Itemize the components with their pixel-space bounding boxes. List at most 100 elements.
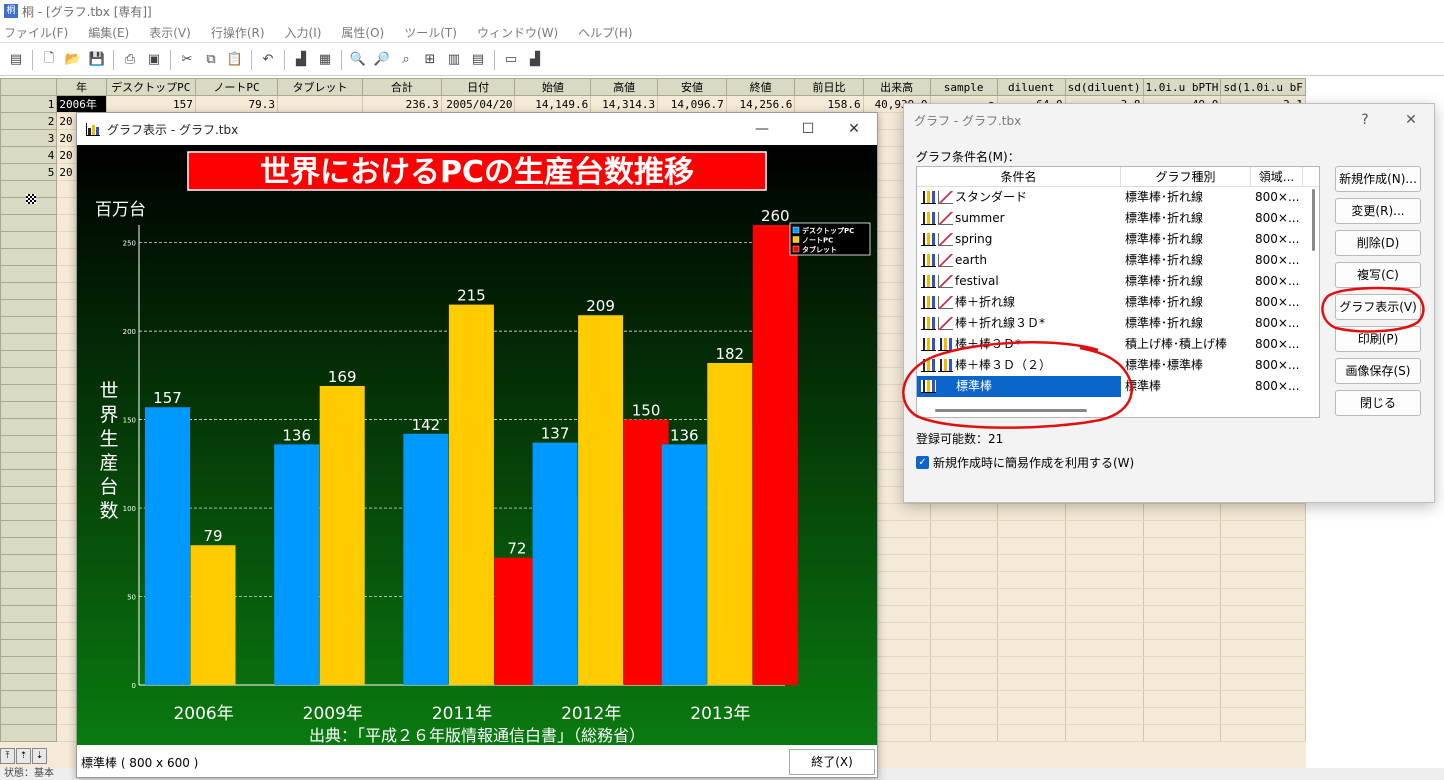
table-cell[interactable] <box>277 95 363 113</box>
column-header[interactable]: 終値 <box>725 78 796 96</box>
table-cell[interactable] <box>930 622 998 640</box>
table-cell[interactable] <box>930 707 998 725</box>
table-cell[interactable] <box>1220 571 1306 589</box>
row-header[interactable] <box>0 401 58 419</box>
table-cell[interactable] <box>1143 605 1222 623</box>
row-header[interactable] <box>0 486 58 504</box>
filter-icon[interactable]: ⊞ <box>420 50 440 70</box>
graph-icon[interactable]: ▟ <box>291 50 311 70</box>
table-cell[interactable] <box>1065 554 1144 572</box>
table-cell[interactable] <box>1143 707 1222 725</box>
menu-item-2[interactable]: 表示(V) <box>139 24 201 41</box>
close-icon[interactable]: ✕ <box>831 121 877 137</box>
column-header[interactable]: 安値 <box>657 78 727 96</box>
table-cell[interactable] <box>930 724 998 742</box>
table-cell[interactable] <box>1065 571 1144 589</box>
column-header[interactable]: diluent <box>996 78 1066 96</box>
maximize-icon[interactable]: ☐ <box>785 121 831 137</box>
graph-window-titlebar[interactable]: グラフ表示 - グラフ.tbx — ☐ ✕ <box>77 113 877 145</box>
row-header[interactable] <box>0 707 58 725</box>
table-cell[interactable] <box>1065 707 1144 725</box>
table-cell[interactable]: 158.6 <box>794 95 864 113</box>
table-cell[interactable] <box>997 690 1066 708</box>
prev-record-icon[interactable]: ⇡ <box>16 748 31 764</box>
table-cell[interactable] <box>1220 554 1306 572</box>
row-header[interactable] <box>0 316 58 334</box>
table-cell[interactable] <box>1143 622 1222 640</box>
col-header-kind[interactable]: グラフ種別 <box>1121 167 1251 186</box>
table-cell[interactable] <box>1065 639 1144 657</box>
graph-display-button[interactable]: グラフ表示(V) <box>1335 294 1421 320</box>
table-cell[interactable] <box>930 537 998 555</box>
row-header[interactable] <box>0 571 58 589</box>
table-cell[interactable] <box>997 588 1066 606</box>
table-cell[interactable] <box>997 656 1066 674</box>
replace-icon[interactable]: ⌕ <box>396 50 416 70</box>
undo-icon[interactable]: ↶ <box>258 50 278 70</box>
table-cell[interactable] <box>1065 503 1144 521</box>
menu-item-0[interactable]: ファイル(F) <box>0 24 78 41</box>
table-cell[interactable] <box>1143 554 1222 572</box>
table-cell[interactable] <box>930 571 998 589</box>
row-header[interactable] <box>0 367 58 385</box>
dialog-titlebar[interactable]: グラフ - グラフ.tbx ? ✕ <box>904 104 1434 136</box>
column-header[interactable]: 始値 <box>514 78 592 96</box>
table-cell[interactable] <box>1065 690 1144 708</box>
close-button[interactable]: 閉じる <box>1335 390 1421 416</box>
row-header[interactable] <box>0 350 58 368</box>
table-cell[interactable] <box>1220 520 1306 538</box>
table-cell[interactable] <box>1220 605 1306 623</box>
column-header[interactable]: 高値 <box>590 78 659 96</box>
table-cell[interactable] <box>1220 673 1306 691</box>
menu-item-5[interactable]: 属性(O) <box>331 24 394 41</box>
list-item[interactable]: earth 標準棒･折れ線 800×... <box>917 250 1319 271</box>
cut-icon[interactable]: ✂ <box>177 50 197 70</box>
table-cell[interactable]: 79.3 <box>195 95 279 113</box>
row-header[interactable] <box>0 554 58 572</box>
table-edit-icon[interactable]: ▤ <box>468 50 488 70</box>
menu-item-3[interactable]: 行操作(R) <box>201 24 275 41</box>
table-cell[interactable] <box>997 537 1066 555</box>
table-cell[interactable] <box>1220 656 1306 674</box>
column-header[interactable]: タブレット <box>277 78 363 96</box>
row-header[interactable] <box>0 622 58 640</box>
column-header[interactable]: デスクトップPC <box>105 78 196 96</box>
row-header[interactable] <box>0 520 58 538</box>
row-header[interactable] <box>0 282 58 300</box>
table-cell[interactable] <box>930 520 998 538</box>
delete-button[interactable]: 削除(D) <box>1335 230 1421 256</box>
column-header[interactable]: ノートPC <box>194 78 279 96</box>
next-record-icon[interactable]: ⇣ <box>32 748 47 764</box>
row-header[interactable] <box>0 690 58 708</box>
row-header[interactable] <box>0 639 58 657</box>
col-header-area[interactable]: 領域... <box>1251 167 1303 186</box>
column-header[interactable]: 前日比 <box>794 78 864 96</box>
table-cell[interactable] <box>1220 622 1306 640</box>
table-cell[interactable] <box>1220 707 1306 725</box>
table-cell[interactable] <box>1143 673 1222 691</box>
open-folder-icon[interactable]: 📂 <box>63 50 83 70</box>
table-cell[interactable] <box>930 639 998 657</box>
row-header[interactable] <box>0 265 58 283</box>
table-cell[interactable] <box>1143 724 1222 742</box>
column-header[interactable]: sd(diluent) <box>1064 78 1144 96</box>
table-cell[interactable] <box>1065 605 1144 623</box>
table-cell[interactable] <box>1143 639 1222 657</box>
row-header[interactable]: 3 <box>0 129 58 147</box>
table-cell[interactable] <box>997 639 1066 657</box>
table-cell[interactable] <box>1143 503 1222 521</box>
table-cell[interactable]: 236.3 <box>362 95 442 113</box>
chart-icon[interactable]: ▟ <box>525 50 545 70</box>
row-header[interactable] <box>0 503 58 521</box>
row-header[interactable] <box>0 537 58 555</box>
table-cell[interactable] <box>997 605 1066 623</box>
table-cell[interactable]: 14,096.7 <box>657 95 727 113</box>
list-item[interactable]: 棒＋棒３Ｄ* 積上げ棒･積上げ棒 800×... <box>917 334 1319 355</box>
form-icon[interactable]: ▦ <box>315 50 335 70</box>
table-cell[interactable] <box>1220 724 1306 742</box>
list-item[interactable]: 棒＋折れ線３Ｄ* 標準棒･折れ線 800×... <box>917 313 1319 334</box>
column-header[interactable]: sd(1.0i.u bF <box>1220 78 1306 96</box>
table-cell[interactable]: 157 <box>106 95 196 113</box>
column-header[interactable]: 出来高 <box>862 78 931 96</box>
table-cell[interactable] <box>997 554 1066 572</box>
